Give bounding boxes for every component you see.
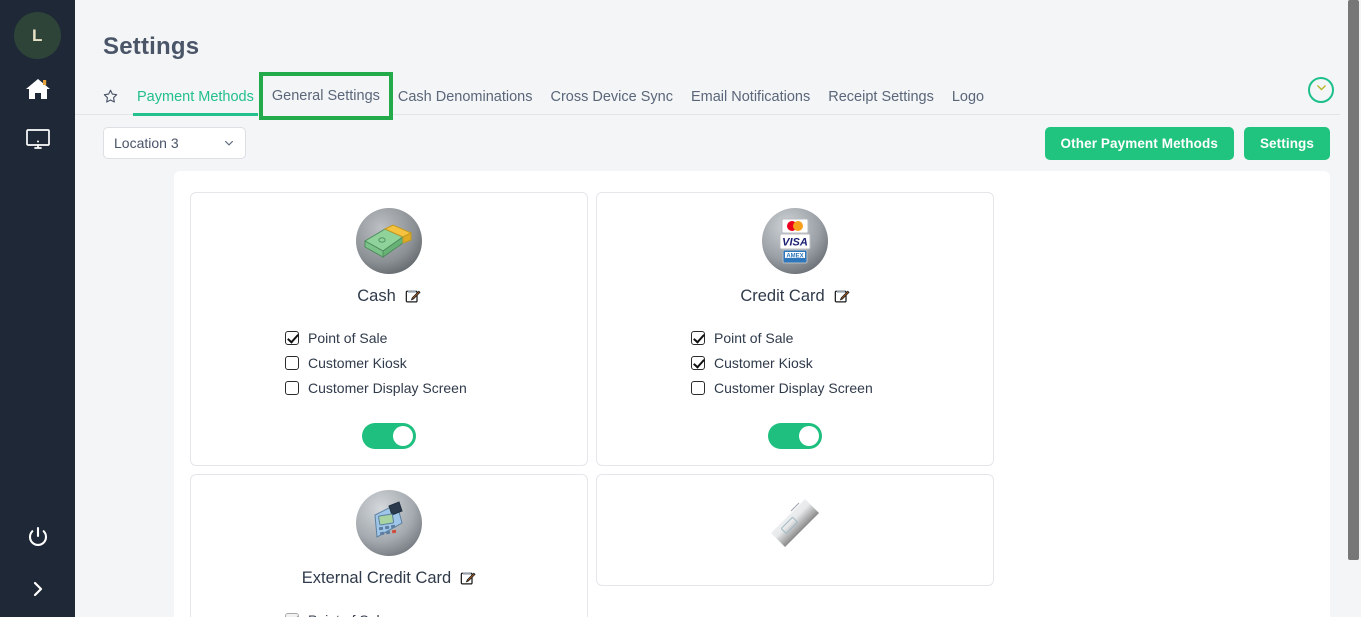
option-label: Point of Sale [714,330,793,346]
option-label: Point of Sale [308,612,387,617]
toolbar: Location 3 Other Payment Methods Setting… [75,115,1361,171]
option-customer-kiosk[interactable]: Customer Kiosk [285,350,493,375]
tab-bar: Payment Methods General Settings Cash De… [75,79,1361,115]
tab-email-notifications[interactable]: Email Notifications [682,79,819,115]
tab-cross-device-sync[interactable]: Cross Device Sync [542,79,682,115]
payment-method-options: Point of Sale Customer Kiosk Customer Di… [691,325,899,400]
checkbox-point-of-sale[interactable] [285,331,299,345]
sidebar-bottom-group [0,505,75,609]
page-scrollbar[interactable] [1340,0,1361,617]
payment-method-card[interactable] [596,474,994,586]
checkbox-customer-kiosk[interactable] [285,356,299,370]
chevron-down-icon [223,137,235,149]
option-label: Customer Kiosk [714,355,813,371]
tab-payment-methods[interactable]: Payment Methods [128,79,263,115]
sidebar-item-power[interactable] [18,517,58,557]
payment-method-title-row: Credit Card [740,287,849,306]
edit-pencil-icon[interactable] [405,289,421,305]
edit-pencil-icon[interactable] [460,571,476,587]
edit-pencil-icon[interactable] [834,289,850,305]
payment-method-card[interactable]: Cash Point of Sale [190,192,588,466]
checkbox-customer-kiosk[interactable] [691,356,705,370]
scrollbar-thumb[interactable] [1348,0,1359,560]
tab-label: Cash Denominations [398,89,533,105]
option-point-of-sale[interactable]: Point of Sale [285,607,493,617]
cheque-icon [761,489,829,557]
sidebar: L [0,0,75,617]
card-terminal-icon [355,489,423,557]
option-point-of-sale[interactable]: Point of Sale [691,325,899,350]
sidebar-expand-toggle[interactable] [18,569,58,609]
payment-method-title-row: Cash [357,287,421,306]
option-label: Customer Display Screen [308,380,467,396]
option-customer-kiosk[interactable]: Customer Kiosk [691,350,899,375]
option-point-of-sale[interactable]: Point of Sale [285,325,493,350]
payment-method-title-row: External Credit Card [302,569,476,588]
svg-text:AMEX: AMEX [786,254,803,260]
payment-method-name: Cash [357,287,396,306]
credit-card-logos-icon: VISA AMEX [761,207,829,275]
option-label: Customer Display Screen [714,380,873,396]
tab-cash-denominations[interactable]: Cash Denominations [389,79,542,115]
avatar-initial: L [32,26,43,46]
payment-method-card[interactable]: External Credit Card Point of Sale [190,474,588,617]
checkbox-point-of-sale[interactable] [285,613,299,617]
location-select-value: Location 3 [114,135,179,151]
tab-label: Receipt Settings [828,89,934,105]
tab-label: Payment Methods [137,89,254,105]
star-icon[interactable] [103,89,118,104]
location-select[interactable]: Location 3 [103,127,246,159]
checkbox-customer-display-screen[interactable] [691,381,705,395]
sidebar-item-home[interactable] [18,69,58,109]
payment-method-name: External Credit Card [302,569,451,588]
option-customer-display-screen[interactable]: Customer Display Screen [285,375,493,400]
svg-text:VISA: VISA [782,237,808,249]
sidebar-item-display[interactable] [18,119,58,159]
tab-general-settings[interactable]: General Settings [263,76,389,116]
option-label: Customer Kiosk [308,355,407,371]
toggle-knob [799,426,819,446]
other-payment-methods-button[interactable]: Other Payment Methods [1045,127,1234,160]
tab-receipt-settings[interactable]: Receipt Settings [819,79,943,115]
tab-logo[interactable]: Logo [943,79,993,115]
payment-method-card[interactable]: VISA AMEX Credit Card [596,192,994,466]
power-icon [26,525,50,549]
chevron-down-circle-icon [1315,81,1328,99]
tab-label: Email Notifications [691,89,810,105]
page-title: Settings [75,0,1361,61]
checkbox-customer-display-screen[interactable] [285,381,299,395]
tab-label: Logo [952,89,984,105]
toggle-knob [393,426,413,446]
monitor-icon [25,128,51,151]
payment-method-name: Credit Card [740,287,824,306]
payment-method-options: Point of Sale Customer Kiosk Customer Di… [285,607,493,617]
payment-method-enable-toggle[interactable] [362,423,416,449]
option-label: Point of Sale [308,330,387,346]
main-content: Settings Payment Methods General Setting… [75,0,1361,617]
payment-methods-panel: Cash Point of Sale [174,171,1330,617]
payment-method-enable-toggle[interactable] [768,423,822,449]
collapse-toggle-button[interactable] [1308,77,1334,103]
checkbox-point-of-sale[interactable] [691,331,705,345]
option-customer-display-screen[interactable]: Customer Display Screen [691,375,899,400]
settings-button[interactable]: Settings [1244,127,1330,160]
payment-method-options: Point of Sale Customer Kiosk Customer Di… [285,325,493,400]
home-icon [25,77,51,101]
tab-label: General Settings [272,88,380,104]
avatar[interactable]: L [14,12,61,59]
tab-label: Cross Device Sync [551,89,673,105]
payment-methods-grid: Cash Point of Sale [190,192,1314,617]
chevron-right-icon [28,579,48,599]
cash-stack-icon [355,207,423,275]
